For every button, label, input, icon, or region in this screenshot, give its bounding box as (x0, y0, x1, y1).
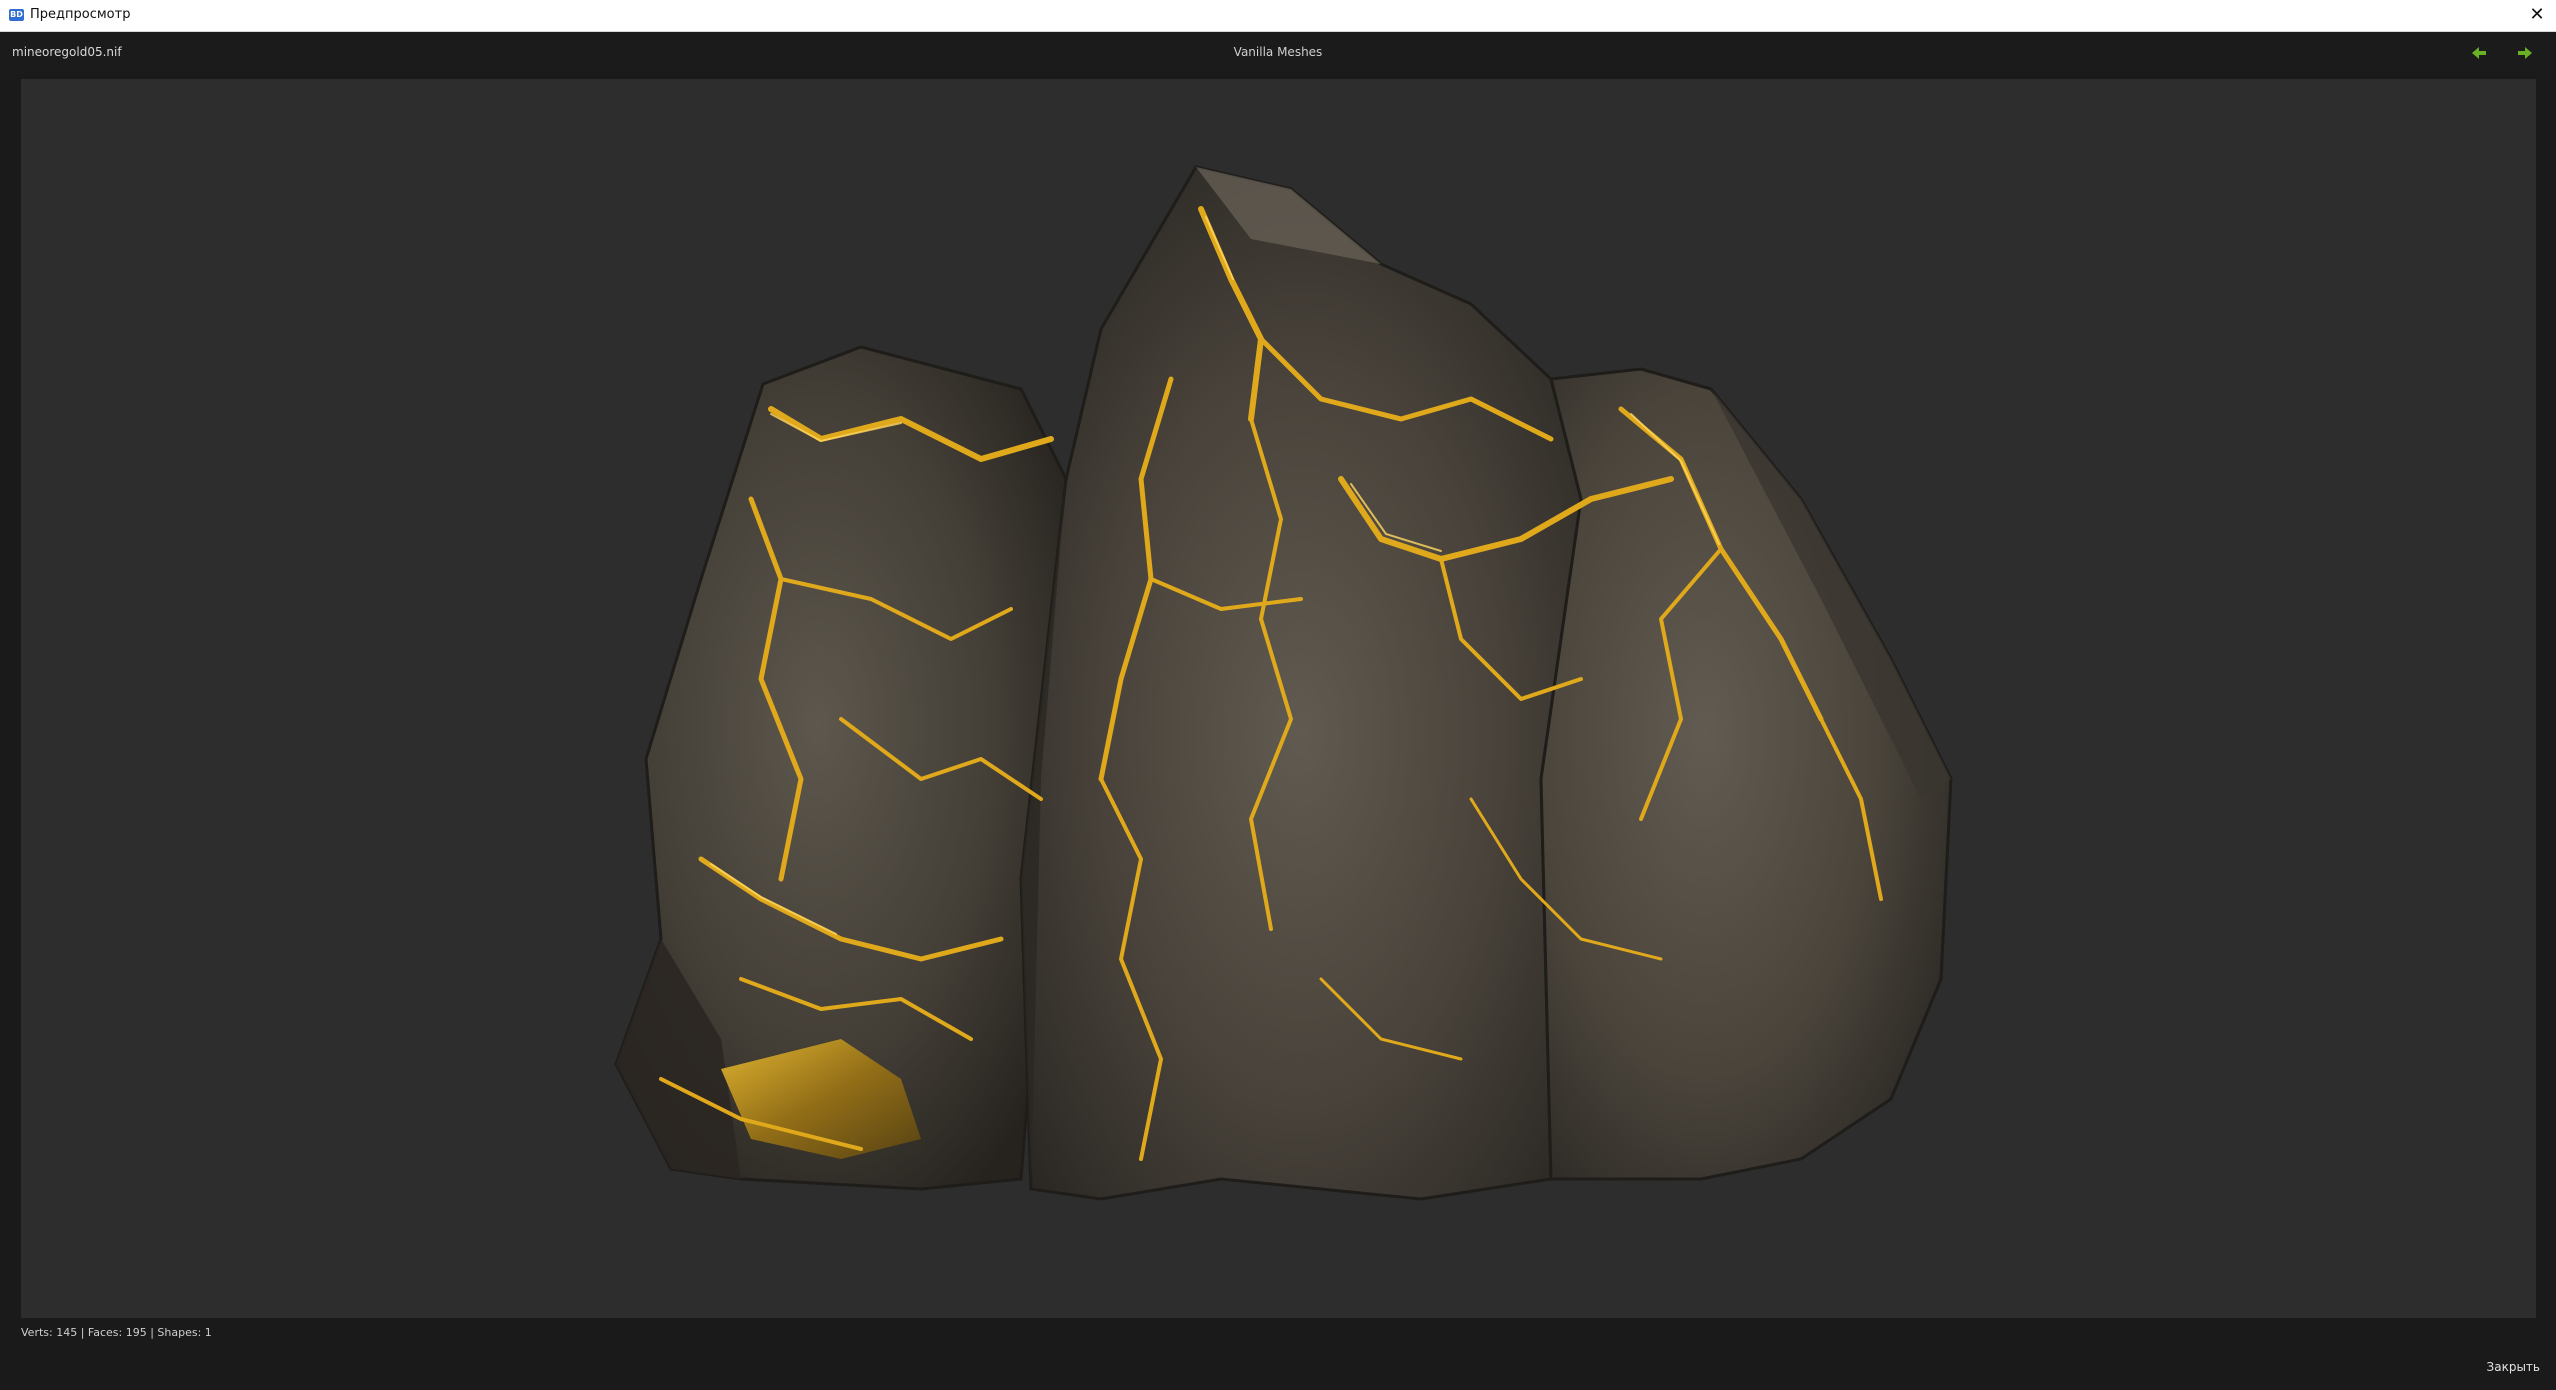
window-title: Предпросмотр (30, 7, 131, 22)
close-icon: ✕ (2529, 4, 2545, 25)
window-titlebar: BD Предпросмотр ✕ (0, 0, 2556, 32)
previous-button[interactable] (2468, 42, 2490, 64)
mesh-stats: Verts: 145 | Faces: 195 | Shapes: 1 (21, 1326, 212, 1339)
rock-middle-chunk (1019, 165, 1583, 1201)
3d-viewport[interactable] (21, 79, 2536, 1318)
file-name: mineoregold05.nif (12, 45, 122, 59)
close-button[interactable]: Закрыть (2470, 1354, 2540, 1380)
collection-name: Vanilla Meshes (1233, 45, 1323, 59)
arrow-left-icon (2472, 47, 2486, 59)
next-button[interactable] (2514, 42, 2536, 64)
gold-ore-rock-model (614, 165, 1953, 1201)
window-close-button[interactable]: ✕ (2524, 2, 2550, 28)
preview-window: BD Предпросмотр ✕ mineoregold05.nif Vani… (0, 0, 2556, 1390)
preview-header: mineoregold05.nif Vanilla Meshes (0, 32, 2556, 74)
app-icon: BD (9, 9, 24, 21)
arrow-right-icon (2518, 47, 2532, 59)
rock-right-chunk (1539, 367, 1953, 1181)
